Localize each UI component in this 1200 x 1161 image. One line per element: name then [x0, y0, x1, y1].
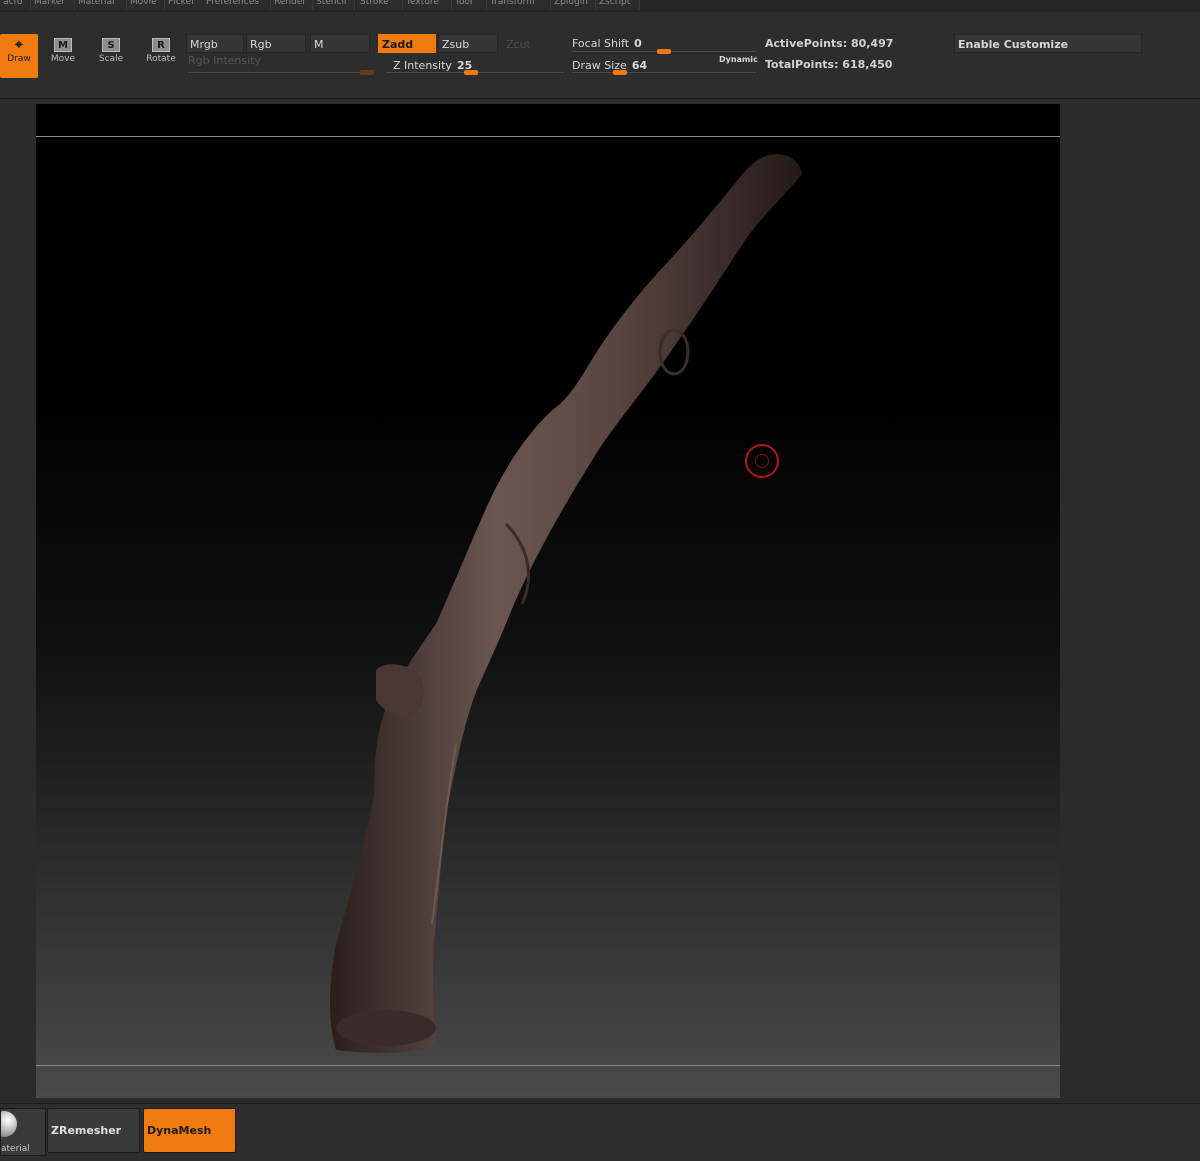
branch-cut-end [336, 1010, 436, 1046]
focal-shift-label: Focal Shift [572, 37, 630, 50]
scale-icon: S [102, 38, 120, 52]
draw-mode-button[interactable]: ⌖ Draw [0, 34, 38, 78]
menu-zplugin[interactable]: Zplugin [551, 0, 596, 10]
main-menu-bar: acro Marker Material Movie Picker Prefer… [0, 0, 1200, 12]
menu-movie[interactable]: Movie [127, 0, 165, 10]
z-intensity-readout: Z Intensity 25 [393, 54, 472, 73]
menu-render[interactable]: Render [271, 0, 313, 10]
branch-body [330, 154, 802, 1053]
draw-size-value: 64 [631, 59, 648, 72]
rgb-intensity-label: Rgb Intensity [188, 54, 261, 67]
zremesher-button[interactable]: ZRemesher [47, 1108, 140, 1153]
menu-stroke[interactable]: Stroke [357, 0, 403, 10]
focal-shift-readout: Focal Shift 0 [572, 32, 642, 51]
crosshair-icon: ⌖ [15, 37, 23, 53]
rgb-toggle[interactable]: Rgb [246, 34, 306, 53]
zadd-toggle[interactable]: Zadd [378, 34, 436, 53]
menu-stencil[interactable]: Stencil [313, 0, 355, 10]
menu-zscript[interactable]: Zscript [596, 0, 640, 10]
menu-transform[interactable]: Transform [487, 0, 551, 10]
material-label: aterial [1, 1144, 30, 1154]
total-points-readout: TotalPoints: 618,450 [765, 58, 893, 71]
rgb-intensity-knob[interactable] [360, 70, 374, 75]
draw-size-slider[interactable] [572, 72, 756, 73]
scale-mode-button[interactable]: S Scale [88, 34, 134, 78]
z-intensity-label: Z Intensity [393, 59, 452, 72]
rgb-intensity-slider[interactable] [188, 72, 374, 73]
dynamic-toggle[interactable]: Dynamic [719, 55, 758, 64]
zcut-toggle[interactable]: Zcut [502, 34, 558, 53]
move-mode-button[interactable]: M Move [40, 34, 86, 78]
branch-mesh[interactable] [36, 104, 1060, 1098]
scale-mode-label: Scale [98, 54, 124, 64]
focal-shift-knob[interactable] [657, 49, 671, 54]
enable-customize-button[interactable]: Enable Customize [954, 34, 1142, 53]
focal-shift-value: 0 [634, 37, 642, 50]
m-toggle[interactable]: M [310, 34, 370, 53]
move-mode-label: Move [50, 54, 76, 64]
document-canvas[interactable] [36, 104, 1060, 1098]
material-sphere-icon [1, 1111, 17, 1137]
menu-macro[interactable]: acro [0, 0, 31, 10]
rotate-mode-button[interactable]: R Rotate [138, 34, 184, 78]
draw-size-readout: Draw Size 64 [572, 54, 647, 73]
menu-texture[interactable]: Texture [403, 0, 452, 10]
menu-material[interactable]: Material [75, 0, 127, 10]
rotate-icon: R [152, 38, 170, 52]
active-points-readout: ActivePoints: 80,497 [765, 37, 894, 50]
dynamesh-button[interactable]: DynaMesh [143, 1108, 236, 1153]
mrgb-toggle[interactable]: Mrgb [186, 34, 244, 53]
draw-size-knob[interactable] [613, 70, 627, 75]
bottom-shelf: aterial ZRemesher DynaMesh [0, 1103, 1200, 1161]
brush-cursor [745, 444, 779, 478]
material-button[interactable]: aterial [0, 1108, 46, 1156]
z-intensity-knob[interactable] [464, 70, 478, 75]
rotate-mode-label: Rotate [146, 54, 176, 64]
move-icon: M [54, 38, 72, 52]
top-shelf: ⌖ Draw M Move S Scale R Rotate Mrgb Rgb … [0, 12, 1200, 99]
menu-picker[interactable]: Picker [165, 0, 204, 10]
menu-preferences[interactable]: Preferences [203, 0, 271, 10]
menu-marker[interactable]: Marker [31, 0, 75, 10]
zsub-toggle[interactable]: Zsub [438, 34, 498, 53]
draw-mode-label: Draw [7, 54, 31, 64]
menu-tool[interactable]: Tool [452, 0, 487, 10]
